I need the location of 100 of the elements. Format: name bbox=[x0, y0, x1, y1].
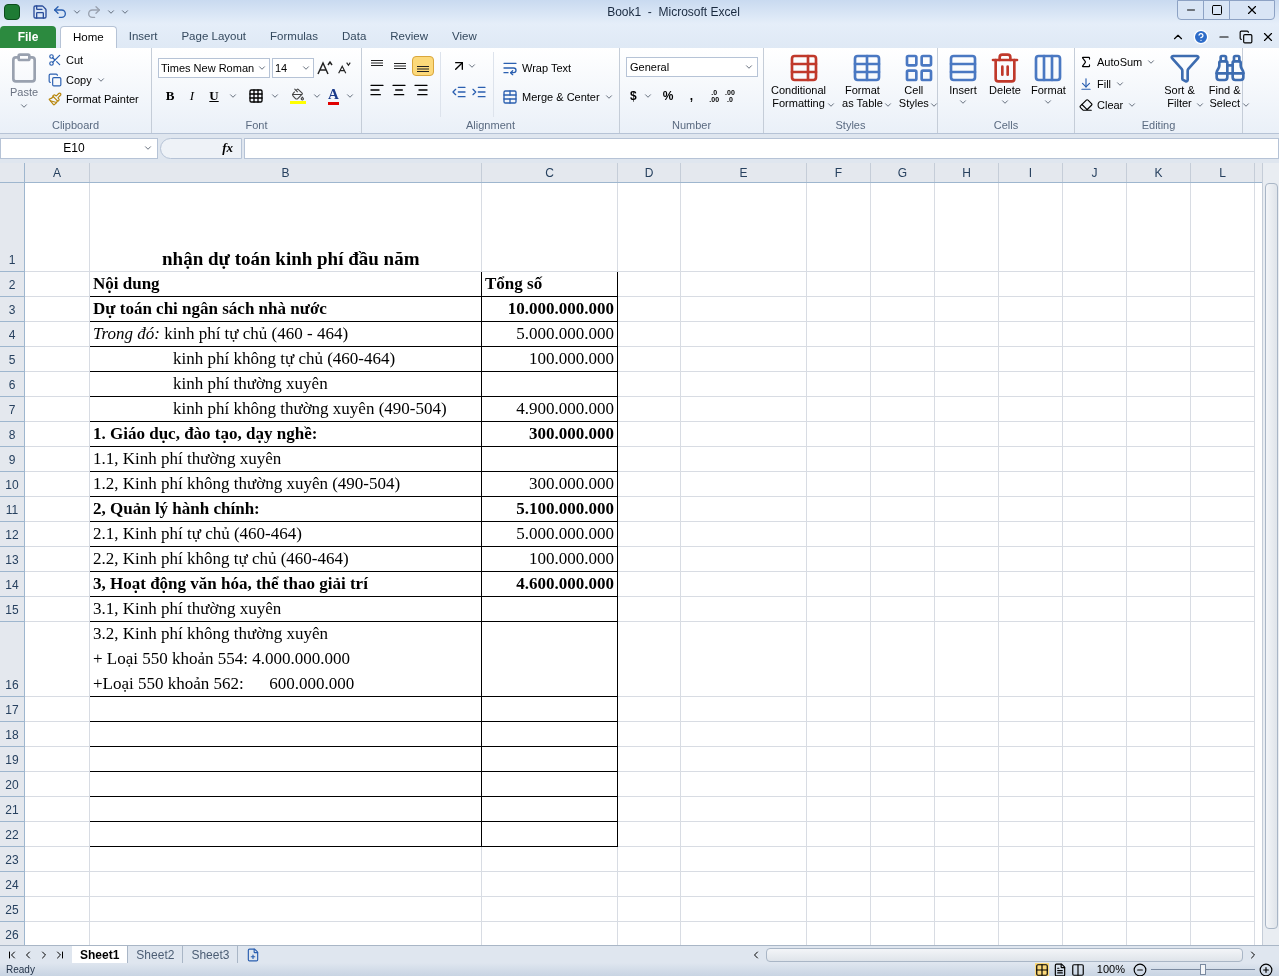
row-header[interactable]: 17 bbox=[0, 697, 25, 722]
clear-button[interactable]: Clear bbox=[1079, 97, 1157, 114]
close-workbook-icon[interactable] bbox=[1261, 30, 1275, 44]
table-cell[interactable]: 3.1, Kinh phí thường xuyên bbox=[90, 597, 482, 622]
table-cell[interactable] bbox=[482, 372, 618, 397]
file-tab[interactable]: File bbox=[0, 26, 56, 48]
font-size-field[interactable]: 14 bbox=[272, 58, 314, 78]
table-cell[interactable]: Trong đó: kinh phí tự chủ (460 - 464) bbox=[90, 322, 482, 347]
ribbon-tab[interactable]: Insert bbox=[116, 26, 170, 48]
save-icon[interactable] bbox=[32, 4, 48, 20]
row-header[interactable]: 2 bbox=[0, 272, 25, 297]
paste-button[interactable]: Paste bbox=[4, 52, 44, 117]
table-cell[interactable]: kinh phí không tự chủ (460-464) bbox=[90, 347, 482, 372]
table-cell[interactable]: 4.600.000.000 bbox=[482, 572, 618, 597]
percent-button[interactable]: % bbox=[662, 87, 674, 105]
table-cell[interactable]: 4.900.000.000 bbox=[482, 397, 618, 422]
column-header[interactable]: A bbox=[25, 163, 90, 182]
column-header[interactable]: E bbox=[681, 163, 807, 182]
row-header[interactable]: 7 bbox=[0, 397, 25, 422]
grow-font-icon[interactable] bbox=[316, 60, 334, 76]
column-header[interactable]: G bbox=[871, 163, 935, 182]
currency-button[interactable]: $ bbox=[630, 87, 637, 105]
ribbon-tab[interactable]: Review bbox=[378, 26, 440, 48]
table-cell[interactable]: 2.2, Kinh phí không tự chủ (460-464) bbox=[90, 547, 482, 572]
table-cell[interactable]: Nội dung bbox=[90, 272, 482, 297]
zoom-in-icon[interactable] bbox=[1259, 962, 1273, 976]
bold-button[interactable]: B bbox=[162, 86, 178, 106]
column-header[interactable]: D bbox=[618, 163, 681, 182]
style-button[interactable]: Cell Styles bbox=[895, 52, 942, 117]
sheet-tab[interactable]: Sheet1 bbox=[72, 945, 129, 964]
table-cell[interactable]: 3.2, Kinh phí không thường xuyên + Loại 550 khoản 554: 4.000.000.000 +Loại 550 khoản 562: 600.000.000 bbox=[90, 622, 482, 697]
cells-button[interactable]: Format bbox=[1026, 52, 1071, 117]
ribbon-tab[interactable]: View bbox=[440, 26, 489, 48]
style-button[interactable]: Conditional Formatting bbox=[768, 52, 840, 117]
table-cell[interactable] bbox=[90, 772, 482, 797]
ribbon-tab[interactable]: Data bbox=[330, 26, 379, 48]
row-header[interactable]: 8 bbox=[0, 422, 25, 447]
undo-icon[interactable] bbox=[52, 4, 68, 20]
row-header[interactable]: 15 bbox=[0, 597, 25, 622]
help-icon[interactable] bbox=[1193, 29, 1209, 45]
table-cell[interactable]: Dự toán chi ngân sách nhà nước bbox=[90, 297, 482, 322]
column-header[interactable]: F bbox=[807, 163, 871, 182]
autosum-button[interactable]: AutoSum bbox=[1079, 54, 1157, 71]
fill-color-icon[interactable] bbox=[290, 87, 306, 104]
insert-sheet-icon[interactable] bbox=[246, 947, 261, 962]
table-cell[interactable] bbox=[90, 822, 482, 847]
page-layout-view-icon[interactable] bbox=[1052, 962, 1067, 976]
table-cell[interactable] bbox=[90, 747, 482, 772]
row-header[interactable]: 5 bbox=[0, 347, 25, 372]
table-cell[interactable]: 100.000.000 bbox=[482, 547, 618, 572]
underline-button[interactable]: U bbox=[206, 86, 222, 106]
vertical-align-button[interactable] bbox=[412, 56, 434, 76]
first-sheet-icon[interactable] bbox=[6, 948, 18, 961]
ribbon-tab[interactable]: Formulas bbox=[258, 26, 330, 48]
table-cell[interactable] bbox=[482, 447, 618, 472]
sort-filter-button[interactable]: Sort & Filter bbox=[1164, 52, 1205, 117]
wrap-text-button[interactable]: Wrap Text bbox=[502, 60, 614, 77]
column-header[interactable]: H bbox=[935, 163, 999, 182]
borders-icon[interactable] bbox=[248, 87, 264, 104]
row-header[interactable]: 16 bbox=[0, 622, 25, 697]
table-cell[interactable] bbox=[482, 597, 618, 622]
table-cell[interactable]: kinh phí thường xuyên bbox=[90, 372, 482, 397]
row-header[interactable]: 14 bbox=[0, 572, 25, 597]
restore-workbook-icon[interactable] bbox=[1239, 30, 1253, 44]
ribbon-tab[interactable]: Page Layout bbox=[169, 26, 259, 48]
table-cell[interactable]: 5.100.000.000 bbox=[482, 497, 618, 522]
row-header[interactable]: 22 bbox=[0, 822, 25, 847]
table-cell[interactable]: 3, Hoạt động văn hóa, thể thao giải trí bbox=[90, 572, 482, 597]
last-sheet-icon[interactable] bbox=[54, 948, 66, 961]
table-cell[interactable] bbox=[90, 697, 482, 722]
column-header[interactable]: K bbox=[1127, 163, 1191, 182]
scrollbar-thumb[interactable] bbox=[1264, 183, 1278, 929]
format-painter-button[interactable]: Format Painter bbox=[48, 91, 139, 108]
table-cell[interactable]: 1. Giáo dục, đào tạo, dạy nghề: bbox=[90, 422, 482, 447]
ribbon-tab[interactable]: Home bbox=[60, 26, 117, 48]
fill-button[interactable]: Fill bbox=[1079, 75, 1157, 92]
align-left-icon[interactable] bbox=[369, 82, 385, 98]
table-cell[interactable]: 300.000.000 bbox=[482, 422, 618, 447]
italic-button[interactable]: I bbox=[184, 86, 200, 106]
table-cell[interactable]: 300.000.000 bbox=[482, 472, 618, 497]
row-header[interactable]: 20 bbox=[0, 772, 25, 797]
row-header[interactable]: 6 bbox=[0, 372, 25, 397]
vertical-scrollbar[interactable] bbox=[1262, 163, 1279, 945]
style-button[interactable]: Format as Table bbox=[839, 52, 896, 117]
row-header[interactable]: 3 bbox=[0, 297, 25, 322]
row-header[interactable]: 24 bbox=[0, 872, 25, 897]
merge-center-button[interactable]: Merge & Center bbox=[502, 88, 614, 105]
table-cell[interactable] bbox=[482, 622, 618, 697]
copy-button[interactable]: Copy bbox=[48, 71, 139, 88]
table-cell[interactable]: 1.1, Kinh phí thường xuyên bbox=[90, 447, 482, 472]
zoom-out-icon[interactable] bbox=[1133, 962, 1147, 976]
table-cell[interactable]: 5.000.000.000 bbox=[482, 322, 618, 347]
table-cell[interactable] bbox=[482, 747, 618, 772]
sheet-title[interactable]: nhận dự toán kinh phí đầu năm bbox=[90, 183, 482, 272]
font-name-field[interactable]: Times New Roman bbox=[158, 58, 270, 78]
row-header[interactable]: 19 bbox=[0, 747, 25, 772]
row-header[interactable]: 21 bbox=[0, 797, 25, 822]
table-cell[interactable]: 2, Quản lý hành chính: bbox=[90, 497, 482, 522]
column-header[interactable]: J bbox=[1063, 163, 1127, 182]
table-cell[interactable]: 2.1, Kinh phí tự chủ (460-464) bbox=[90, 522, 482, 547]
